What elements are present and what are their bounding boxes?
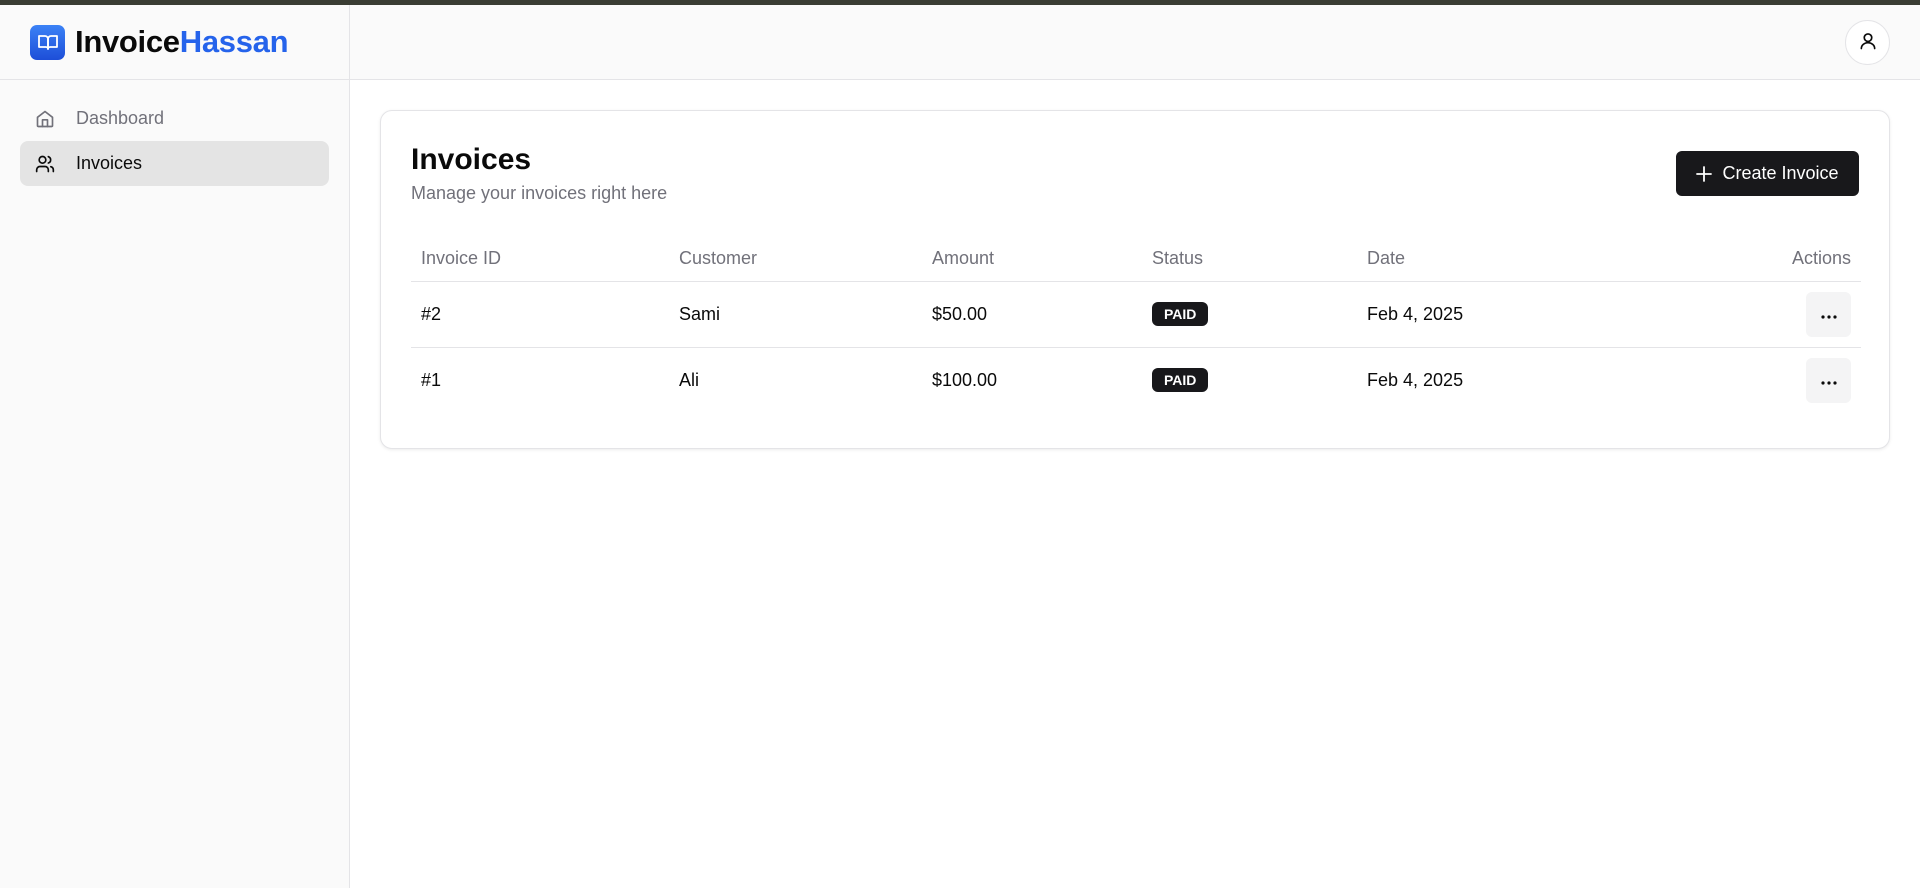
sidebar-item-invoices[interactable]: Invoices (20, 141, 329, 186)
more-horizontal-icon (1820, 307, 1837, 322)
status-badge: PAID (1152, 302, 1209, 326)
book-open-icon (30, 24, 65, 60)
row-actions-button[interactable] (1806, 291, 1851, 337)
cell-customer: Sami (669, 281, 922, 348)
create-invoice-button[interactable]: Create Invoice (1676, 151, 1859, 196)
sidebar-item-label: Dashboard (76, 108, 165, 128)
user-menu-button[interactable] (1845, 20, 1890, 65)
user-icon (1858, 31, 1878, 54)
column-header-invoice-id: Invoice ID (411, 236, 669, 282)
row-actions-button[interactable] (1806, 357, 1851, 403)
sidebar-item-label: Invoices (76, 153, 143, 173)
table-row: #2 Sami $50.00 PAID Feb 4, 2025 (411, 281, 1861, 348)
cell-amount: $100.00 (932, 369, 998, 390)
brand-name: Invoice Hassan (75, 24, 289, 60)
column-header-customer: Customer (669, 236, 922, 282)
cell-amount: $50.00 (922, 281, 1142, 348)
page-subtitle: Manage your invoices right here (411, 183, 668, 203)
cell-actions (1657, 347, 1861, 413)
plus-icon (1696, 165, 1713, 182)
invoices-card: Invoices Manage your invoices right here… (380, 110, 1890, 449)
column-header-date: Date (1357, 236, 1657, 282)
cell-status: PAID (1142, 281, 1357, 348)
cell-invoice-id: #1 (421, 369, 442, 390)
cell-actions (1657, 281, 1861, 348)
sidebar-nav: Dashboard Invoices (0, 80, 349, 202)
brand-name-part1: Invoice (75, 24, 180, 59)
cell-date: Feb 4, 2025 (1367, 369, 1464, 390)
column-header-amount: Amount (922, 236, 1142, 282)
home-icon (34, 108, 56, 130)
cell-customer: Ali (679, 369, 700, 390)
cell-date: Feb 4, 2025 (1357, 281, 1657, 348)
create-invoice-label: Create Invoice (1722, 163, 1839, 183)
sidebar: Invoice Hassan Dashboard Invoices (0, 5, 350, 888)
column-header-actions: Actions (1657, 236, 1861, 282)
sidebar-item-dashboard[interactable]: Dashboard (20, 96, 329, 141)
column-header-status: Status (1142, 236, 1357, 282)
cell-invoice-id: #2 (411, 281, 669, 348)
invoices-table: Invoice ID Customer Amount Status Date A… (411, 236, 1861, 413)
more-horizontal-icon (1820, 373, 1837, 388)
table-header-row: Invoice ID Customer Amount Status Date A… (411, 236, 1861, 282)
top-header (350, 5, 1920, 80)
status-badge: PAID (1152, 368, 1209, 393)
users-icon (34, 153, 56, 175)
page-title: Invoices (411, 143, 532, 176)
brand-name-part2: Hassan (179, 24, 289, 59)
brand[interactable]: Invoice Hassan (0, 5, 349, 80)
table-row: #1 Ali $100.00 PAID Feb 4, 2025 (411, 347, 1861, 413)
cell-status: PAID (1142, 347, 1357, 413)
